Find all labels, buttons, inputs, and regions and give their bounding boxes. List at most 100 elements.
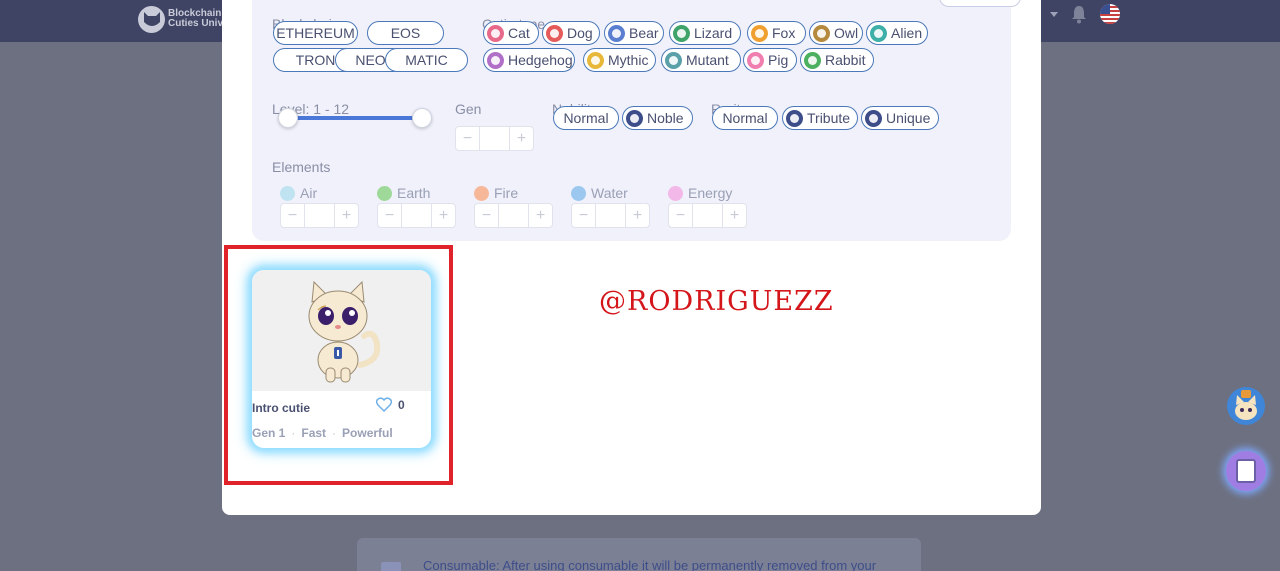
element-air: Air <box>280 185 317 201</box>
element-input[interactable] <box>401 204 432 227</box>
minus-icon[interactable]: − <box>572 204 595 227</box>
unique-icon <box>865 109 882 127</box>
energy-icon <box>668 185 683 201</box>
minus-icon[interactable]: − <box>456 127 479 150</box>
cutie-type-lizard[interactable]: Lizard <box>669 21 741 45</box>
cutie-gen: Gen 1 <box>252 426 286 440</box>
cutie-power: Powerful <box>342 426 393 440</box>
pill-label: Rabbit <box>825 52 866 68</box>
minus-icon[interactable]: − <box>378 204 401 227</box>
element-input[interactable] <box>595 204 626 227</box>
earth-icon <box>377 185 392 201</box>
element-label: Water <box>591 185 628 201</box>
element-label: Earth <box>397 185 431 201</box>
rarity-normal[interactable]: Normal <box>712 106 778 130</box>
alien-icon <box>870 24 887 42</box>
plus-icon[interactable]: + <box>626 204 649 227</box>
heart-icon[interactable] <box>376 397 392 412</box>
pill-label: Tribute <box>807 110 851 126</box>
pill-label: Dog <box>567 25 593 41</box>
bell-icon[interactable] <box>1070 4 1088 24</box>
pill-label: Fox <box>772 25 796 41</box>
rabbit-icon <box>804 51 821 69</box>
element-input[interactable] <box>498 204 529 227</box>
minus-icon[interactable]: − <box>281 204 304 227</box>
chevron-down-icon[interactable] <box>1050 11 1058 17</box>
element-stepper-fire[interactable]: − + <box>474 203 553 228</box>
blockchain-option-ethereum[interactable]: ETHEREUM <box>273 21 358 45</box>
pill-label: Hedgehog <box>508 52 573 68</box>
plus-icon[interactable]: + <box>510 127 533 150</box>
cutie-speed: Fast <box>301 426 327 440</box>
cutie-type-alien[interactable]: Alien <box>866 21 928 45</box>
level-max-handle[interactable] <box>412 108 432 128</box>
element-water: Water <box>571 185 628 201</box>
pill-label: Lizard <box>694 25 733 41</box>
element-stepper-energy[interactable]: − + <box>668 203 747 228</box>
cutie-type-owl[interactable]: Owl <box>809 21 863 45</box>
cutie-type-rabbit[interactable]: Rabbit <box>800 48 874 72</box>
element-stepper-water[interactable]: − + <box>571 203 650 228</box>
gen-input[interactable] <box>479 127 510 150</box>
level-slider-track[interactable] <box>288 116 422 120</box>
consumable-notice: Consumable: After using consumable it wi… <box>357 538 921 571</box>
pill-label: Bear <box>629 25 659 41</box>
mythic-icon <box>587 51 604 69</box>
clipboard-icon <box>1236 459 1256 483</box>
cutie-image <box>252 270 431 391</box>
elements-label: Elements <box>272 159 331 175</box>
cutie-type-bear[interactable]: Bear <box>604 21 664 45</box>
pill-label: Pig <box>768 52 789 68</box>
nobility-normal[interactable]: Normal <box>553 106 619 130</box>
cutie-type-pig[interactable]: Pig <box>743 48 797 72</box>
cutie-card[interactable]: Intro cutie 0 Gen 1 · Fast · Powerful <box>252 270 431 448</box>
rarity-unique[interactable]: Unique <box>861 106 939 130</box>
cutie-name: Intro cutie <box>252 401 311 415</box>
cutie-type-fox[interactable]: Fox <box>747 21 806 45</box>
element-input[interactable] <box>692 204 723 227</box>
rarity-tribute[interactable]: Tribute <box>782 106 858 130</box>
dog-icon <box>546 24 563 42</box>
bear-icon <box>608 24 625 42</box>
cutie-type-cat[interactable]: Cat <box>483 21 539 45</box>
blockchain-option-matic[interactable]: MATIC <box>385 48 468 72</box>
cutie-type-hedgehog[interactable]: Hedgehog <box>483 48 575 72</box>
likes-count: 0 <box>398 397 405 412</box>
element-stepper-earth[interactable]: − + <box>377 203 456 228</box>
cutie-type-mythic[interactable]: Mythic <box>583 48 656 72</box>
cutie-type-dog[interactable]: Dog <box>542 21 600 45</box>
cat-icon <box>487 24 504 42</box>
fire-icon <box>474 185 489 201</box>
minus-icon[interactable]: − <box>669 204 692 227</box>
element-stepper-air[interactable]: − + <box>280 203 359 228</box>
watermark-text: @RODRIGUEZZ <box>599 286 834 317</box>
minus-icon[interactable]: − <box>475 204 498 227</box>
diamond-icon <box>786 109 803 127</box>
panel-top-button[interactable] <box>939 0 1021 7</box>
blockchain-option-eos[interactable]: EOS <box>367 21 444 45</box>
tasks-button[interactable] <box>1226 451 1266 491</box>
plus-icon[interactable]: + <box>335 204 358 227</box>
element-input[interactable] <box>304 204 335 227</box>
pill-label: TRON <box>295 52 336 68</box>
air-icon <box>280 185 295 201</box>
plus-icon[interactable]: + <box>529 204 552 227</box>
pill-label: NEO <box>355 52 386 68</box>
help-cutie-button[interactable] <box>1227 387 1265 425</box>
nobility-noble[interactable]: Noble <box>622 106 693 130</box>
level-min-handle[interactable] <box>278 108 298 128</box>
likes-counter[interactable]: 0 <box>376 397 405 412</box>
gen-label: Gen <box>455 101 482 117</box>
cutie-logo-icon <box>138 5 165 33</box>
plus-icon[interactable]: + <box>432 204 455 227</box>
us-flag-icon[interactable] <box>1100 4 1120 24</box>
info-icon <box>381 562 401 571</box>
pill-label: Normal <box>563 110 609 126</box>
pill-label: Normal <box>722 110 768 126</box>
plus-icon[interactable]: + <box>723 204 746 227</box>
cat-cutie-illustration <box>308 280 381 383</box>
cutie-type-mutant[interactable]: Mutant <box>661 48 741 72</box>
fox-icon <box>751 24 768 42</box>
gen-stepper[interactable]: − + <box>455 126 534 151</box>
pill-label: ETHEREUM <box>276 25 355 41</box>
